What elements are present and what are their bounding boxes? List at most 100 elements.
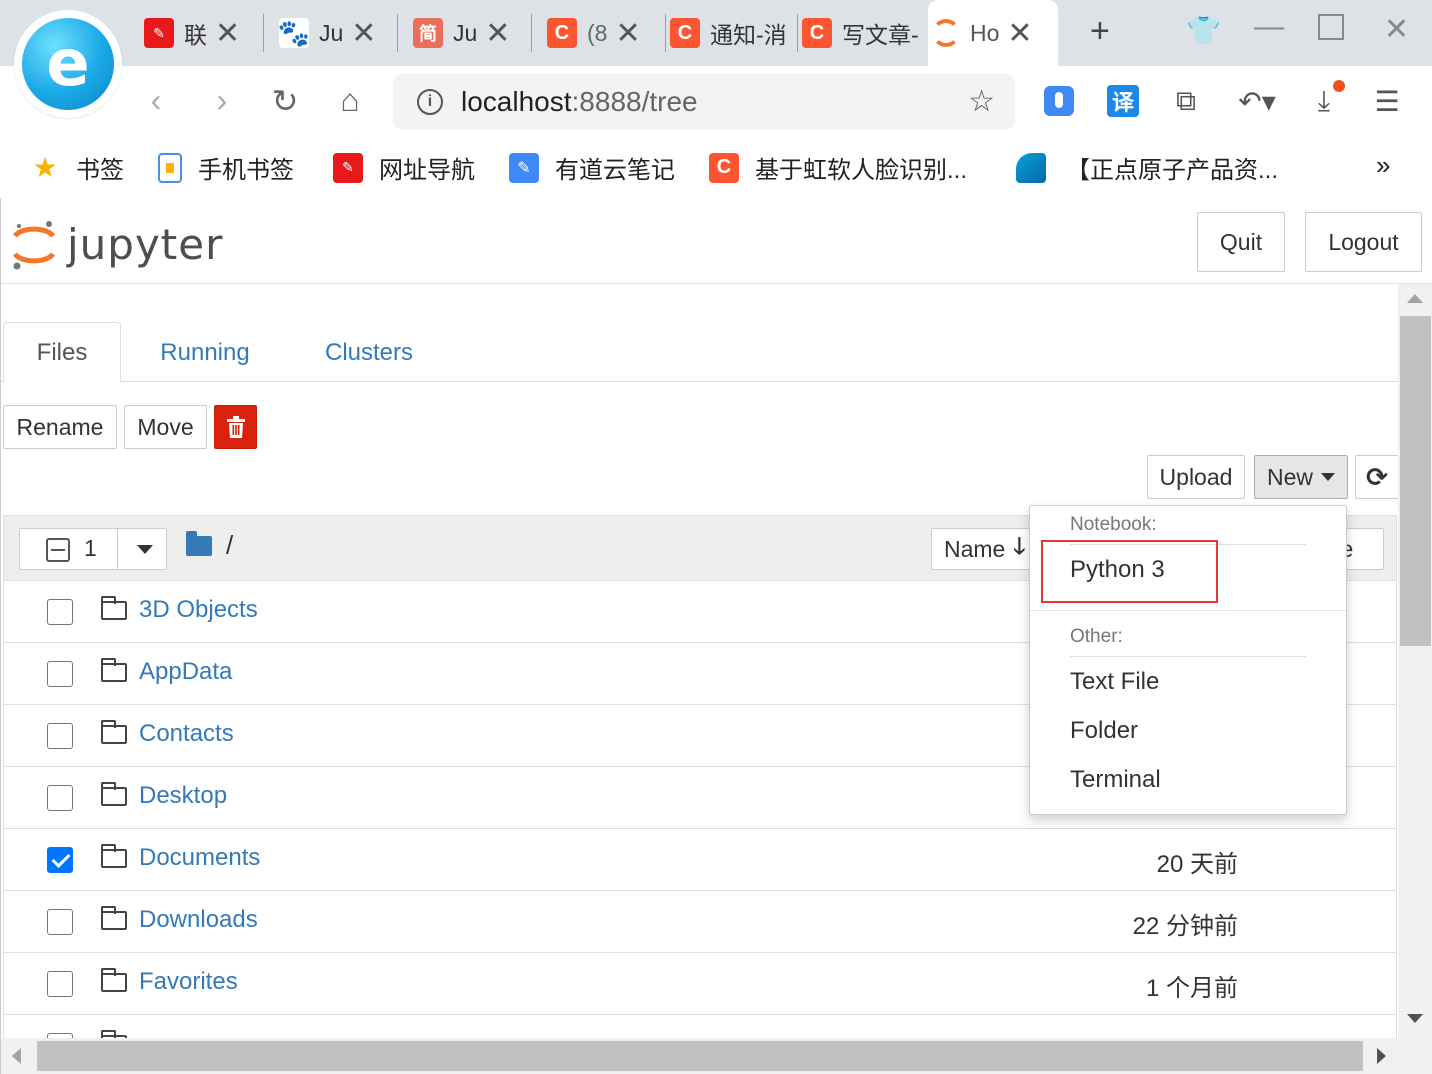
row-checkbox[interactable] xyxy=(47,723,73,749)
delete-button[interactable] xyxy=(214,405,257,449)
browser-tab[interactable]: 简 Ju ✕ xyxy=(413,8,521,58)
scroll-down-icon[interactable] xyxy=(1407,1014,1423,1023)
scroll-thumb[interactable] xyxy=(37,1041,1363,1071)
bookmark-item[interactable]: 手机书签 xyxy=(158,150,294,185)
tab-title: Ju xyxy=(319,19,344,46)
caret-down-icon xyxy=(1321,473,1335,481)
last-modified: 20 天前 xyxy=(1156,851,1238,878)
file-name-link[interactable]: AppData xyxy=(139,658,232,686)
scroll-thumb[interactable] xyxy=(1400,316,1431,646)
row-checkbox[interactable] xyxy=(47,909,73,935)
url-host: localhost xyxy=(461,86,572,117)
new-tab-button[interactable]: + xyxy=(1090,12,1110,51)
browser-tab[interactable]: ✎ 联 ✕ xyxy=(144,8,252,58)
mouse-extension-icon[interactable] xyxy=(1040,82,1078,120)
forward-icon[interactable]: › xyxy=(202,82,242,119)
new-text-file-item[interactable]: Text File xyxy=(1070,668,1159,696)
horizontal-scrollbar[interactable] xyxy=(1,1038,1432,1074)
table-row[interactable]: Downloads 22 分钟前 xyxy=(4,891,1396,953)
tab-running[interactable]: Running xyxy=(141,322,269,383)
file-name-link[interactable]: 3D Objects xyxy=(139,596,258,624)
new-terminal-item[interactable]: Terminal xyxy=(1070,766,1161,794)
address-bar[interactable]: i localhost:8888/tree ☆ xyxy=(393,74,1015,130)
bookmark-item[interactable]: C 基于虹软人脸识别... xyxy=(709,150,967,185)
scroll-right-icon[interactable] xyxy=(1377,1048,1386,1064)
scroll-up-icon[interactable] xyxy=(1407,294,1423,303)
refresh-button[interactable]: ⟳ xyxy=(1355,455,1399,499)
select-all-dropdown[interactable]: 1 xyxy=(19,528,167,570)
home-icon[interactable]: ⌂ xyxy=(330,82,370,119)
folder-icon xyxy=(101,782,127,806)
row-checkbox[interactable] xyxy=(47,785,73,811)
browser-tab-active[interactable]: Ho ✕ xyxy=(928,0,1058,66)
csdn-icon: C xyxy=(802,18,832,48)
shirt-icon[interactable]: 👕 xyxy=(1186,14,1221,47)
close-icon[interactable]: ✕ xyxy=(351,16,376,51)
more-bookmarks-button[interactable]: » xyxy=(1376,150,1390,181)
file-name-link[interactable]: Documents xyxy=(139,844,260,872)
file-name-link[interactable]: Downloads xyxy=(139,906,258,934)
browser-tab[interactable]: C 写文章- xyxy=(802,8,926,58)
caret-down-icon[interactable] xyxy=(137,545,153,554)
browser-tab[interactable]: 🐾 Ju ✕ xyxy=(279,8,387,58)
sort-by-name-button[interactable]: Name 🡓 xyxy=(931,528,1043,570)
bookmark-star-icon[interactable]: ☆ xyxy=(968,84,995,119)
file-name-link[interactable]: Favorites xyxy=(139,968,238,996)
partial-select-checkbox[interactable] xyxy=(46,538,70,562)
browser-tab[interactable]: C 通知-消 xyxy=(670,8,794,58)
new-dropdown-menu: Notebook: Python 3 Other: Text File Fold… xyxy=(1029,505,1347,815)
tab-files[interactable]: Files xyxy=(3,322,121,383)
menu-icon[interactable]: ☰ xyxy=(1368,82,1406,120)
quit-button[interactable]: Quit xyxy=(1197,212,1285,272)
bookmark-item[interactable]: 【正点原子产品资... xyxy=(1016,150,1278,185)
move-button[interactable]: Move xyxy=(124,405,207,449)
upload-button[interactable]: Upload xyxy=(1147,455,1245,499)
file-name-link[interactable]: Contacts xyxy=(139,720,234,748)
window-close-icon[interactable]: ✕ xyxy=(1384,12,1409,47)
browser-tab-strip: ✎ 联 ✕ 🐾 Ju ✕ 简 Ju ✕ C (8 ✕ C 通知-消 C 写文章-… xyxy=(0,0,1432,66)
close-icon[interactable]: ✕ xyxy=(215,16,240,51)
bookmark-label: 书签 xyxy=(76,157,124,184)
bookmark-item[interactable]: ✎ 有道云笔记 xyxy=(509,150,675,185)
info-icon[interactable]: i xyxy=(417,89,443,115)
vertical-scrollbar[interactable] xyxy=(1398,284,1432,1038)
browser-logo[interactable]: e xyxy=(14,10,122,118)
rename-button[interactable]: Rename xyxy=(3,405,117,449)
logout-button[interactable]: Logout xyxy=(1305,212,1422,272)
bookmark-item[interactable]: ✎ 网址导航 xyxy=(333,150,475,185)
row-checkbox[interactable] xyxy=(47,599,73,625)
new-python3-notebook-item[interactable]: Python 3 xyxy=(1070,556,1165,584)
maximize-icon[interactable] xyxy=(1318,14,1344,40)
reload-icon[interactable]: ↻ xyxy=(265,82,305,120)
bookmark-item[interactable]: ★ 书签 xyxy=(30,150,124,185)
csdn-icon: C xyxy=(670,18,700,48)
close-icon[interactable]: ✕ xyxy=(615,16,640,51)
jupyter-page: jupyter Quit Logout Files Running Cluste… xyxy=(0,198,1432,1074)
table-row[interactable]: Favorites 1 个月前 xyxy=(4,953,1396,1015)
scroll-left-icon[interactable] xyxy=(12,1048,21,1064)
row-checkbox[interactable] xyxy=(47,661,73,687)
cloud-drive-icon xyxy=(1016,152,1046,183)
star-icon: ★ xyxy=(32,152,58,183)
new-folder-item[interactable]: Folder xyxy=(1070,717,1138,745)
extensions-puzzle-icon[interactable]: ⧉ xyxy=(1167,82,1205,120)
new-dropdown-button[interactable]: New xyxy=(1254,455,1348,499)
row-checkbox-checked[interactable] xyxy=(47,847,73,873)
close-icon[interactable]: ✕ xyxy=(1007,16,1032,51)
minimize-icon[interactable]: — xyxy=(1254,10,1284,44)
breadcrumb[interactable]: / xyxy=(186,530,233,561)
breadcrumb-path[interactable]: / xyxy=(226,530,233,561)
table-row[interactable]: Documents 20 天前 xyxy=(4,829,1396,891)
back-icon[interactable]: ‹ xyxy=(136,82,176,119)
undo-icon[interactable]: ↶▾ xyxy=(1232,82,1282,120)
jupyter-logo[interactable]: jupyter xyxy=(11,216,223,272)
tab-separator xyxy=(665,14,666,52)
download-icon[interactable]: ⤓ xyxy=(1305,80,1345,120)
row-checkbox[interactable] xyxy=(47,971,73,997)
browser-tab[interactable]: C (8 ✕ xyxy=(547,8,655,58)
tab-clusters[interactable]: Clusters xyxy=(303,322,435,383)
translate-icon[interactable]: 译 xyxy=(1104,82,1142,120)
close-icon[interactable]: ✕ xyxy=(485,16,510,51)
file-name-link[interactable]: Desktop xyxy=(139,782,227,810)
address-url[interactable]: localhost:8888/tree xyxy=(461,86,698,118)
